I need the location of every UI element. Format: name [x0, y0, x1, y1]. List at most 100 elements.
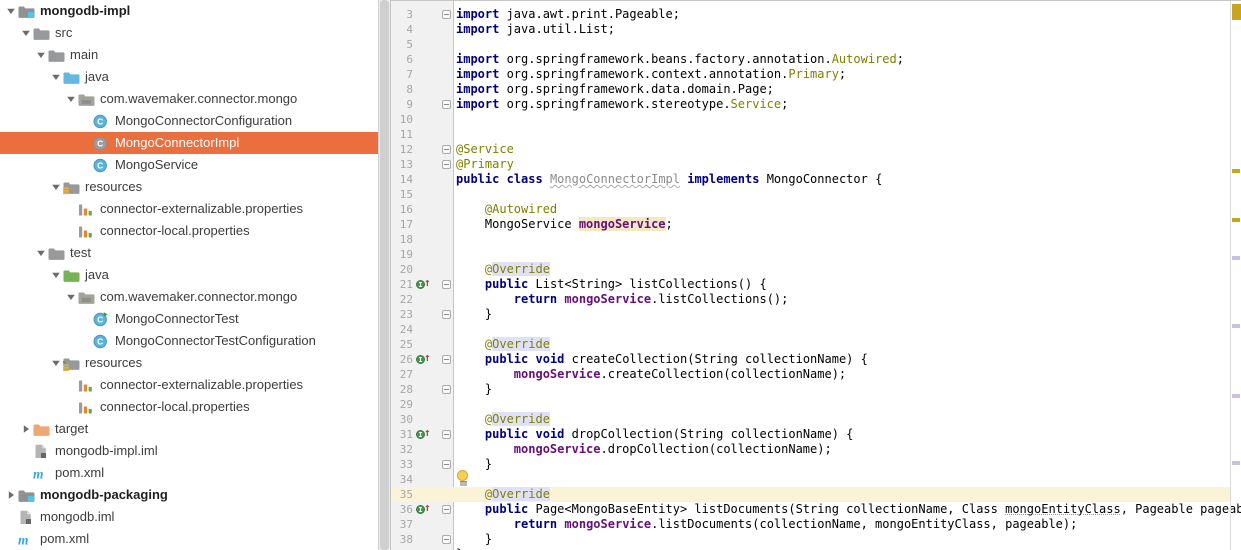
tree-item-target[interactable]: target: [0, 418, 378, 440]
chevron-open-icon[interactable]: [64, 94, 78, 104]
tree-scrollbar[interactable]: [378, 0, 391, 550]
line-number[interactable]: 37: [391, 517, 413, 532]
tree-item-mongoconnectortestconfiguration[interactable]: CMongoConnectorTestConfiguration: [0, 330, 378, 352]
error-stripe-mark[interactable]: [1232, 324, 1240, 328]
line-number[interactable]: 15: [391, 187, 413, 202]
tree-item-mongodb-iml[interactable]: mongodb.iml: [0, 506, 378, 528]
tree-item-pom-xml[interactable]: mpom.xml: [0, 528, 378, 550]
code-line[interactable]: public class MongoConnectorImpl implemen…: [454, 172, 882, 187]
code-line[interactable]: }: [454, 532, 492, 547]
code-line[interactable]: import org.springframework.stereotype.Se…: [454, 97, 788, 112]
line-number[interactable]: 11: [391, 127, 413, 142]
fold-region-start-icon[interactable]: [442, 505, 451, 514]
tree-item-src[interactable]: src: [0, 22, 378, 44]
line-number[interactable]: 18: [391, 232, 413, 247]
line-number[interactable]: 35: [391, 487, 413, 502]
tree-item-mongoconnectorimpl[interactable]: CMongoConnectorImpl: [0, 132, 378, 154]
line-number[interactable]: 36: [391, 502, 413, 517]
line-number[interactable]: 20: [391, 262, 413, 277]
tree-item-resources[interactable]: resources: [0, 352, 378, 374]
code-line[interactable]: public void createCollection(String coll…: [454, 352, 868, 367]
code-line[interactable]: public void dropCollection(String collec…: [454, 427, 853, 442]
tree-item-connector-local-properties[interactable]: connector-local.properties: [0, 396, 378, 418]
error-stripe-mark[interactable]: [1232, 218, 1240, 222]
tree-item-main[interactable]: main: [0, 44, 378, 66]
line-number[interactable]: 16: [391, 202, 413, 217]
code-line[interactable]: @Override: [454, 337, 550, 352]
tree-item-com-wavemaker-connector-mongo[interactable]: com.wavemaker.connector.mongo: [0, 88, 378, 110]
error-stripe-mark[interactable]: [1232, 256, 1240, 260]
code-line[interactable]: import java.util.List;: [454, 22, 615, 37]
error-stripe[interactable]: [1230, 1, 1241, 550]
line-number[interactable]: 27: [391, 367, 413, 382]
tree-item-mongoconnectortest[interactable]: CMongoConnectorTest: [0, 308, 378, 330]
chevron-open-icon[interactable]: [49, 72, 63, 82]
line-number[interactable]: 14: [391, 172, 413, 187]
code-editor[interactable]: 3 import java.awt.print.Pageable; 4 import …: [391, 0, 1241, 550]
fold-region-end-icon[interactable]: [442, 100, 451, 109]
line-number[interactable]: 10: [391, 112, 413, 127]
line-number[interactable]: 30: [391, 412, 413, 427]
chevron-open-icon[interactable]: [34, 248, 48, 258]
tree-item-com-wavemaker-connector-mongo[interactable]: com.wavemaker.connector.mongo: [0, 286, 378, 308]
line-number[interactable]: 4: [391, 22, 413, 37]
tree-item-mongodb-impl-iml[interactable]: mongodb-impl.iml: [0, 440, 378, 462]
line-number[interactable]: 38: [391, 532, 413, 547]
error-stripe-mark[interactable]: [1232, 394, 1240, 398]
code-line[interactable]: return mongoService.listDocuments(collec…: [454, 517, 1077, 532]
line-number[interactable]: 19: [391, 247, 413, 262]
line-number[interactable]: 26: [391, 352, 413, 367]
tree-item-connector-local-properties[interactable]: connector-local.properties: [0, 220, 378, 242]
line-number[interactable]: 7: [391, 67, 413, 82]
line-number[interactable]: 25: [391, 337, 413, 352]
code-line[interactable]: import org.springframework.data.domain.P…: [454, 82, 774, 97]
code-line[interactable]: public Page<MongoBaseEntity> listDocumen…: [454, 502, 1241, 517]
line-number[interactable]: 31: [391, 427, 413, 442]
line-number[interactable]: 17: [391, 217, 413, 232]
chevron-open-icon[interactable]: [49, 182, 63, 192]
code-line[interactable]: @Override: [454, 262, 550, 277]
tree-item-resources[interactable]: resources: [0, 176, 378, 198]
line-number[interactable]: 24: [391, 322, 413, 337]
code-line[interactable]: import org.springframework.beans.factory…: [454, 52, 904, 67]
chevron-open-icon[interactable]: [19, 28, 33, 38]
line-number[interactable]: 34: [391, 472, 413, 487]
error-stripe-mark[interactable]: [1232, 461, 1240, 465]
code-line[interactable]: return mongoService.listCollections();: [454, 292, 788, 307]
fold-region-start-icon[interactable]: [442, 10, 451, 19]
tree-item-java[interactable]: java: [0, 264, 378, 286]
error-stripe-mark[interactable]: [1232, 169, 1240, 173]
code-line[interactable]: mongoService.dropCollection(collectionNa…: [454, 442, 832, 457]
code-line[interactable]: import java.awt.print.Pageable;: [454, 7, 680, 22]
line-number[interactable]: 12: [391, 142, 413, 157]
line-number[interactable]: 5: [391, 37, 413, 52]
code-line[interactable]: @Primary: [454, 157, 514, 172]
tree-item-connector-externalizable-properties[interactable]: connector-externalizable.properties: [0, 198, 378, 220]
code-line[interactable]: import org.springframework.context.annot…: [454, 67, 846, 82]
code-line[interactable]: }: [454, 307, 492, 322]
fold-region-end-icon[interactable]: [442, 310, 451, 319]
tree-item-java[interactable]: java: [0, 66, 378, 88]
chevron-closed-icon[interactable]: [19, 424, 33, 434]
line-number[interactable]: 6: [391, 52, 413, 67]
inspection-status-indicator[interactable]: [1232, 4, 1241, 20]
chevron-open-icon[interactable]: [49, 358, 63, 368]
fold-region-end-icon[interactable]: [442, 460, 451, 469]
implementing-method-icon[interactable]: I↑: [416, 277, 432, 292]
line-number[interactable]: 29: [391, 397, 413, 412]
line-number[interactable]: 3: [391, 7, 413, 22]
line-number[interactable]: 33: [391, 457, 413, 472]
code-line[interactable]: public List<String> listCollections() {: [454, 277, 767, 292]
fold-region-start-icon[interactable]: [442, 430, 451, 439]
tree-scrollbar-thumb[interactable]: [380, 0, 389, 550]
code-line[interactable]: }: [454, 382, 492, 397]
code-line[interactable]: @Override: [454, 487, 550, 502]
fold-region-start-icon[interactable]: [442, 280, 451, 289]
fold-region-end-icon[interactable]: [442, 385, 451, 394]
tree-item-mongoconnectorconfiguration[interactable]: CMongoConnectorConfiguration: [0, 110, 378, 132]
line-number[interactable]: 21: [391, 277, 413, 292]
fold-region-start-icon[interactable]: [442, 145, 451, 154]
chevron-open-icon[interactable]: [49, 270, 63, 280]
code-line[interactable]: @Override: [454, 412, 550, 427]
line-number[interactable]: 23: [391, 307, 413, 322]
